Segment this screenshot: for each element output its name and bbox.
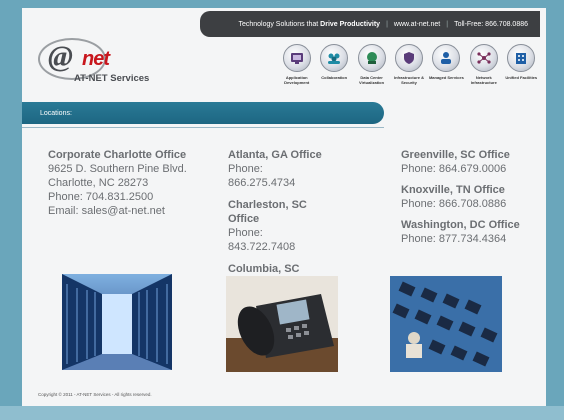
office-name: Washington, DC Office — [401, 219, 520, 231]
locations-label: Locations: — [40, 109, 72, 117]
logo-net-text: net — [82, 48, 110, 70]
header-bar: Technology Solutions that Drive Producti… — [200, 11, 540, 37]
office-name: Knoxville, TN Office — [401, 184, 505, 196]
office-phone: Phone: 843.722.7408 — [228, 227, 296, 253]
office-phone: Phone: 704.831.2500 — [48, 191, 154, 203]
unified-facilities-icon — [507, 44, 536, 72]
service-data-center[interactable]: Data Center Virtualization — [353, 44, 390, 94]
office-name: Charleston, SC Office — [228, 199, 307, 225]
office-name: Columbia, SC — [228, 263, 300, 275]
office-chairs-photo — [390, 276, 502, 372]
office-greenville: Greenville, SC Office Phone: 864.679.000… — [401, 148, 541, 176]
service-collaboration[interactable]: Collaboration — [315, 44, 352, 94]
copyright: Copyright © 2011 - AT-NET Services - All… — [38, 392, 152, 397]
divider — [22, 127, 384, 128]
logo-subtitle: AT-NET Services — [74, 73, 150, 84]
service-network-infrastructure[interactable]: Network Infrastructure — [465, 44, 502, 94]
office-email[interactable]: Email: sales@at-net.net — [48, 204, 198, 218]
office-phone: Phone: 866.275.4734 — [228, 163, 296, 189]
service-label: Application Development — [284, 75, 310, 85]
office-address-line: 9625 D. Southern Pine Blvd. — [48, 163, 187, 175]
application-icon — [282, 44, 311, 72]
tollfree-number: Toll-Free: 866.708.0886 — [454, 20, 528, 28]
office-washington: Washington, DC Office Phone: 877.734.436… — [401, 218, 541, 246]
service-label: Network Infrastructure — [470, 75, 497, 85]
office-charlotte: Corporate Charlotte Office 9625 D. South… — [48, 148, 198, 218]
data-center-icon — [357, 44, 386, 72]
office-knoxville: Knoxville, TN Office Phone: 866.708.0886 — [401, 183, 541, 211]
collaboration-icon — [320, 44, 349, 72]
office-city-line: Charlotte, NC 28273 — [48, 177, 149, 189]
locations-bar: Locations: — [22, 102, 384, 124]
server-room-photo — [62, 274, 172, 370]
bottom-strip — [0, 406, 564, 420]
office-columbia: Columbia, SC — [228, 262, 340, 276]
service-label: Managed Services — [428, 75, 464, 80]
logo[interactable]: @ net AT-NET Services — [38, 38, 168, 88]
office-name: Corporate Charlotte Office — [48, 149, 187, 161]
service-managed-services[interactable]: Managed Services — [428, 44, 465, 94]
office-phone: Phone: 864.679.0006 — [401, 163, 507, 175]
office-atlanta: Atlanta, GA Office Phone: 866.275.4734 — [228, 148, 340, 190]
service-label: Unified Facilities — [505, 75, 538, 80]
network-icon — [469, 44, 498, 72]
office-name: Greenville, SC Office — [401, 149, 510, 161]
service-infrastructure-security[interactable]: Infrastructure & Security — [390, 44, 427, 94]
office-phone: Phone: 877.734.4364 — [401, 233, 507, 245]
office-name: Atlanta, GA Office — [228, 149, 322, 161]
service-label: Collaboration — [321, 75, 348, 80]
service-label: Data Center Virtualization — [359, 75, 385, 85]
services-nav: Application Development Collaboration Da… — [278, 44, 540, 94]
logo-at-symbol: @ — [48, 40, 73, 73]
service-unified-facilities[interactable]: Unified Facilities — [503, 44, 540, 94]
managed-services-icon — [432, 44, 461, 72]
office-phone: Phone: 866.708.0886 — [401, 198, 507, 210]
service-label: Infrastructure & Security — [393, 75, 424, 85]
ip-phone-photo — [226, 276, 338, 372]
service-application-development[interactable]: Application Development — [278, 44, 315, 94]
tagline: Technology Solutions that Drive Producti… — [238, 20, 381, 28]
website-link[interactable]: www.at-net.net — [394, 21, 440, 28]
infrastructure-icon — [394, 44, 423, 72]
office-charleston: Charleston, SC Office Phone: 843.722.740… — [228, 198, 340, 254]
